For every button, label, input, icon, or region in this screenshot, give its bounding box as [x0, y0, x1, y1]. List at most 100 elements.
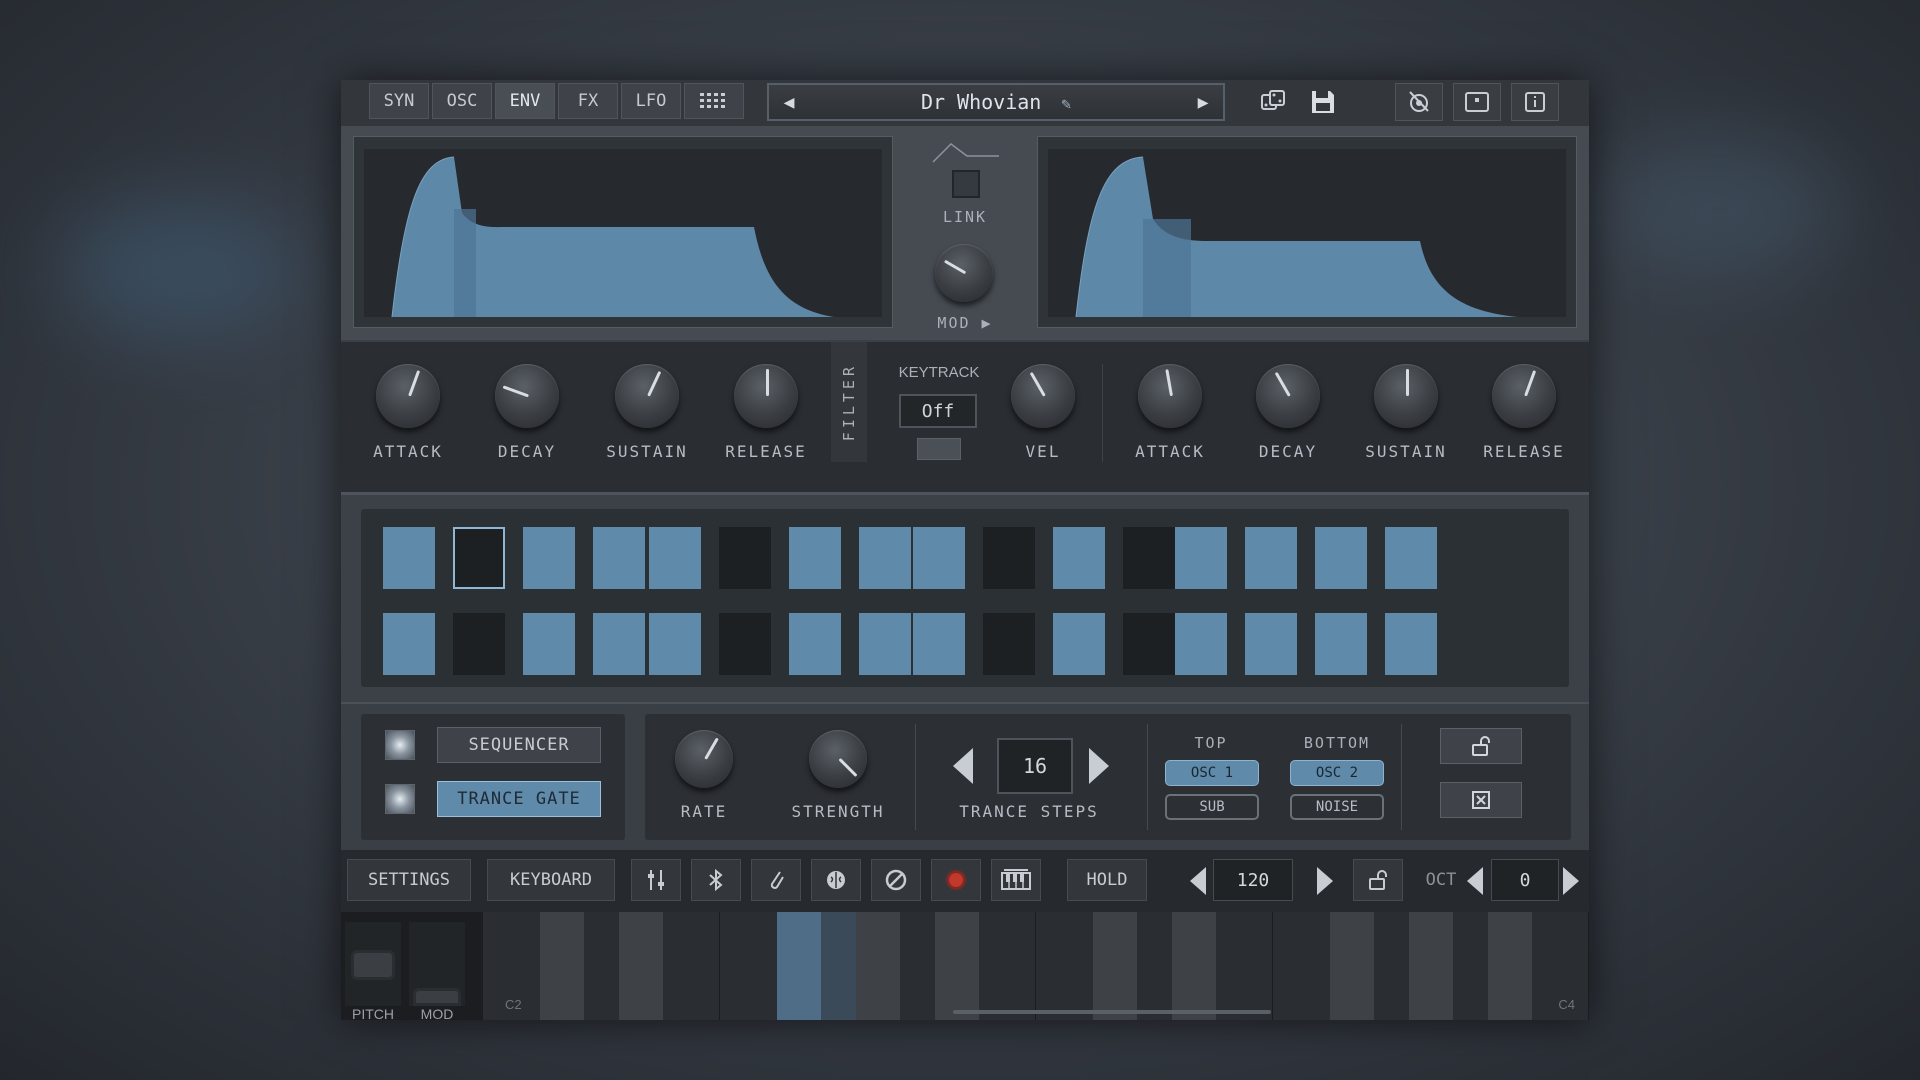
link-toggle[interactable] — [952, 170, 980, 198]
step-top-4[interactable] — [593, 527, 645, 589]
sequencer-button[interactable]: SEQUENCER — [437, 727, 601, 763]
octave-increment-icon[interactable] — [1563, 867, 1579, 895]
step-top-12[interactable] — [1123, 527, 1175, 589]
preset-prev-button[interactable]: ◀ — [769, 92, 809, 113]
velocity-knob[interactable] — [1011, 364, 1075, 428]
amp-sustain-knob[interactable] — [615, 364, 679, 428]
step-top-14[interactable] — [1245, 527, 1297, 589]
step-bottom-4[interactable] — [593, 613, 645, 675]
step-bottom-8[interactable] — [859, 613, 911, 675]
lock-pattern-button[interactable] — [1440, 728, 1522, 764]
step-bottom-6[interactable] — [719, 613, 771, 675]
step-top-9[interactable] — [913, 527, 965, 589]
step-bottom-9[interactable] — [913, 613, 965, 675]
black-key[interactable] — [1487, 912, 1533, 1020]
step-top-3[interactable] — [523, 527, 575, 589]
window-button[interactable] — [1453, 83, 1501, 121]
rate-knob[interactable] — [675, 730, 733, 788]
step-top-7[interactable] — [789, 527, 841, 589]
step-top-13[interactable] — [1175, 527, 1227, 589]
mod-label[interactable]: MOD ▶ — [915, 314, 1015, 332]
settings-button[interactable]: SETTINGS — [347, 859, 471, 901]
step-top-15[interactable] — [1315, 527, 1367, 589]
amp-release-knob[interactable] — [734, 364, 798, 428]
black-key[interactable] — [1408, 912, 1454, 1020]
brain-button[interactable] — [811, 859, 861, 901]
filter-attack-knob[interactable] — [1138, 364, 1202, 428]
step-bottom-1[interactable] — [383, 613, 435, 675]
top-osc-button[interactable]: OSC 1 — [1165, 760, 1259, 786]
keyboard-button[interactable]: KEYBOARD — [487, 859, 615, 901]
tab-fx[interactable]: FX — [558, 83, 618, 119]
step-top-11[interactable] — [1053, 527, 1105, 589]
black-key[interactable] — [934, 912, 980, 1020]
step-bottom-3[interactable] — [523, 613, 575, 675]
keytrack-toggle[interactable] — [917, 438, 961, 460]
step-bottom-10[interactable] — [983, 613, 1035, 675]
step-bottom-14[interactable] — [1245, 613, 1297, 675]
trance-gate-led[interactable] — [385, 784, 415, 814]
filter-decay-knob[interactable] — [1256, 364, 1320, 428]
amp-attack-knob[interactable] — [376, 364, 440, 428]
link-button[interactable] — [751, 859, 801, 901]
black-key[interactable] — [1329, 912, 1375, 1020]
filter-sustain-knob[interactable] — [1374, 364, 1438, 428]
black-key[interactable] — [539, 912, 585, 1020]
randomize-button[interactable] — [1249, 83, 1297, 121]
octave-decrement-icon[interactable] — [1467, 867, 1483, 895]
step-top-10[interactable] — [983, 527, 1035, 589]
hold-button[interactable]: HOLD — [1067, 859, 1147, 901]
step-bottom-12[interactable] — [1123, 613, 1175, 675]
octave-value[interactable]: 0 — [1491, 859, 1559, 901]
record-button[interactable] — [931, 859, 981, 901]
pitch-wheel[interactable] — [345, 922, 401, 1006]
black-key[interactable] — [855, 912, 901, 1020]
step-bottom-16[interactable] — [1385, 613, 1437, 675]
black-key[interactable] — [1092, 912, 1138, 1020]
mod-wheel[interactable] — [409, 922, 465, 1006]
step-top-2[interactable] — [453, 527, 505, 589]
preset-name[interactable]: Dr Whovian ✎ — [809, 90, 1183, 114]
steps-decrement-icon[interactable] — [953, 748, 973, 784]
trance-gate-button[interactable]: TRANCE GATE — [437, 781, 601, 817]
step-top-5[interactable] — [649, 527, 701, 589]
bpm-lock-button[interactable] — [1353, 859, 1403, 901]
step-top-1[interactable] — [383, 527, 435, 589]
step-bottom-15[interactable] — [1315, 613, 1367, 675]
step-bottom-7[interactable] — [789, 613, 841, 675]
trance-steps-value[interactable]: 16 — [997, 738, 1073, 794]
amp-decay-knob[interactable] — [495, 364, 559, 428]
keyboard-scrollbar[interactable] — [953, 1010, 1271, 1014]
noise-button[interactable]: NOISE — [1290, 794, 1384, 820]
bluetooth-button[interactable] — [691, 859, 741, 901]
tab-lfo[interactable]: LFO — [621, 83, 681, 119]
tab-osc[interactable]: OSC — [432, 83, 492, 119]
strength-knob[interactable] — [809, 730, 867, 788]
black-key[interactable] — [1171, 912, 1217, 1020]
sub-button[interactable]: SUB — [1165, 794, 1259, 820]
panic-button[interactable] — [871, 859, 921, 901]
step-bottom-2[interactable] — [453, 613, 505, 675]
preset-next-button[interactable]: ▶ — [1183, 92, 1223, 113]
step-bottom-11[interactable] — [1053, 613, 1105, 675]
tab-env[interactable]: ENV — [495, 83, 555, 119]
save-button[interactable] — [1299, 83, 1347, 121]
black-key[interactable] — [776, 912, 822, 1020]
info-button[interactable] — [1511, 83, 1559, 121]
tab-grid[interactable] — [684, 83, 744, 119]
step-top-8[interactable] — [859, 527, 911, 589]
sequencer-led[interactable] — [385, 730, 415, 760]
midi-settings-button[interactable] — [1395, 83, 1443, 121]
bottom-osc-button[interactable]: OSC 2 — [1290, 760, 1384, 786]
black-key[interactable] — [618, 912, 664, 1020]
step-top-6[interactable] — [719, 527, 771, 589]
keytrack-value-button[interactable]: Off — [899, 394, 977, 428]
bpm-increment-icon[interactable] — [1317, 867, 1333, 895]
steps-increment-icon[interactable] — [1089, 748, 1109, 784]
mixer-button[interactable] — [631, 859, 681, 901]
mod-knob[interactable] — [935, 244, 993, 302]
step-top-16[interactable] — [1385, 527, 1437, 589]
bpm-decrement-icon[interactable] — [1190, 867, 1206, 895]
step-bottom-13[interactable] — [1175, 613, 1227, 675]
keys-button[interactable] — [991, 859, 1041, 901]
